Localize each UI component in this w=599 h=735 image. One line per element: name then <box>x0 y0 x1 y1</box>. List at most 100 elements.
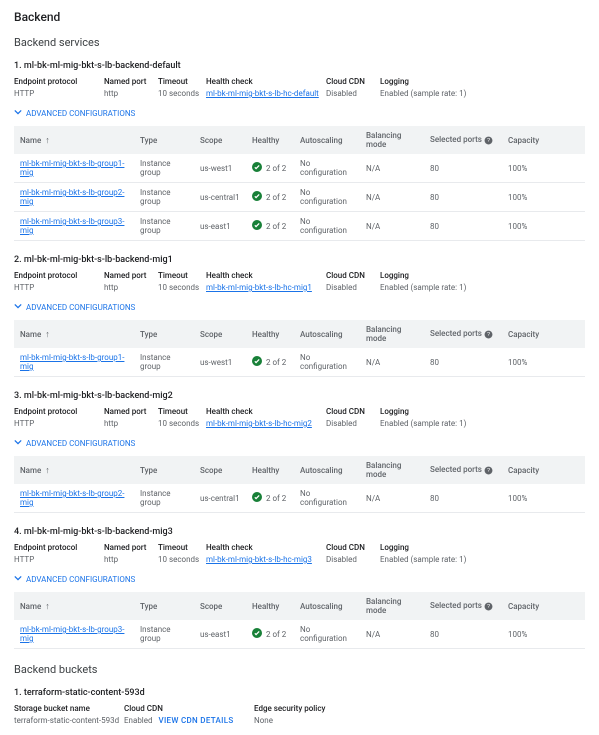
instance-group-link[interactable]: ml-bk-ml-mig-bkt-s-lb-group2-mig <box>20 489 124 507</box>
column-header-balancing_mode[interactable]: Balancing mode <box>360 456 424 484</box>
meta-label-logging: Logging <box>380 271 585 280</box>
help-icon[interactable]: ? <box>484 465 493 474</box>
column-header-scope[interactable]: Scope <box>194 320 246 348</box>
meta-label-cloud_cdn: Cloud CDN <box>326 407 380 416</box>
check-circle-icon <box>252 191 262 203</box>
column-header-name[interactable]: Name ↑ <box>14 126 134 154</box>
chevron-down-icon <box>14 438 22 448</box>
column-header-balancing_mode[interactable]: Balancing mode <box>360 320 424 348</box>
instance-group-link[interactable]: ml-bk-ml-mig-bkt-s-lb-group1-mig <box>20 353 124 371</box>
meta-value-named_port: http <box>104 283 158 292</box>
meta-label-named_port: Named port <box>104 407 158 416</box>
table-row: ml-bk-ml-mig-bkt-s-lb-group2-migInstance… <box>14 484 585 513</box>
check-circle-icon <box>252 220 262 232</box>
bucket-name-label: Storage bucket name <box>14 704 124 713</box>
svg-text:?: ? <box>487 138 490 144</box>
chevron-down-icon <box>14 108 22 118</box>
meta-label-endpoint_protocol: Endpoint protocol <box>14 77 104 86</box>
column-header-balancing_mode[interactable]: Balancing mode <box>360 592 424 620</box>
meta-label-health_check: Health check <box>206 407 326 416</box>
backend-service-title: 2. ml-bk-ml-mig-bkt-s-lb-backend-mig1 <box>14 255 585 265</box>
bucket-cdn-value: Enabled <box>124 716 153 725</box>
backend-services-heading: Backend services <box>14 36 585 49</box>
meta-value-endpoint_protocol: HTTP <box>14 555 104 564</box>
advanced-configurations-toggle[interactable]: ADVANCED CONFIGURATIONS <box>14 302 585 312</box>
column-header-capacity[interactable]: Capacity <box>502 456 585 484</box>
column-header-autoscaling[interactable]: Autoscaling <box>294 126 360 154</box>
meta-value-logging: Enabled (sample rate: 1) <box>380 555 585 564</box>
health-check-link[interactable]: ml-bk-ml-mig-bkt-s-lb-hc-mig1 <box>206 283 312 292</box>
column-header-scope[interactable]: Scope <box>194 126 246 154</box>
view-cdn-details-button[interactable]: VIEW CDN DETAILS <box>159 716 234 725</box>
check-circle-icon <box>252 162 262 174</box>
svg-text:?: ? <box>487 332 490 338</box>
meta-value-cloud_cdn: Disabled <box>326 555 380 564</box>
chevron-down-icon <box>14 574 22 584</box>
column-header-type[interactable]: Type <box>134 592 194 620</box>
column-header-healthy[interactable]: Healthy <box>246 320 294 348</box>
column-header-name[interactable]: Name ↑ <box>14 320 134 348</box>
column-header-healthy[interactable]: Healthy <box>246 126 294 154</box>
meta-label-cloud_cdn: Cloud CDN <box>326 271 380 280</box>
check-circle-icon <box>252 628 262 640</box>
meta-label-timeout: Timeout <box>158 77 206 86</box>
advanced-configurations-toggle[interactable]: ADVANCED CONFIGURATIONS <box>14 574 585 584</box>
advanced-configurations-toggle[interactable]: ADVANCED CONFIGURATIONS <box>14 108 585 118</box>
table-row: ml-bk-ml-mig-bkt-s-lb-group1-migInstance… <box>14 348 585 377</box>
column-header-autoscaling[interactable]: Autoscaling <box>294 456 360 484</box>
instance-group-link[interactable]: ml-bk-ml-mig-bkt-s-lb-group2-mig <box>20 188 124 206</box>
column-header-selected_ports[interactable]: Selected ports ? <box>424 126 502 154</box>
column-header-name[interactable]: Name ↑ <box>14 456 134 484</box>
meta-value-cloud_cdn: Disabled <box>326 89 380 98</box>
help-icon[interactable]: ? <box>484 601 493 610</box>
advanced-configurations-toggle[interactable]: ADVANCED CONFIGURATIONS <box>14 438 585 448</box>
column-header-scope[interactable]: Scope <box>194 592 246 620</box>
table-row: ml-bk-ml-mig-bkt-s-lb-group1-migInstance… <box>14 154 585 183</box>
column-header-type[interactable]: Type <box>134 126 194 154</box>
column-header-type[interactable]: Type <box>134 320 194 348</box>
column-header-name[interactable]: Name ↑ <box>14 592 134 620</box>
help-icon[interactable]: ? <box>484 135 493 144</box>
sort-arrow-icon: ↑ <box>45 601 50 612</box>
column-header-balancing_mode[interactable]: Balancing mode <box>360 126 424 154</box>
column-header-selected_ports[interactable]: Selected ports ? <box>424 456 502 484</box>
meta-label-named_port: Named port <box>104 77 158 86</box>
sort-arrow-icon: ↑ <box>45 465 50 476</box>
column-header-capacity[interactable]: Capacity <box>502 126 585 154</box>
health-check-link[interactable]: ml-bk-ml-mig-bkt-s-lb-hc-mig3 <box>206 555 312 564</box>
sort-arrow-icon: ↑ <box>45 135 50 146</box>
health-check-link[interactable]: ml-bk-ml-mig-bkt-s-lb-hc-default <box>206 89 319 98</box>
sort-arrow-icon: ↑ <box>45 329 50 340</box>
svg-text:?: ? <box>487 604 490 610</box>
meta-label-named_port: Named port <box>104 543 158 552</box>
meta-value-named_port: http <box>104 89 158 98</box>
meta-label-health_check: Health check <box>206 271 326 280</box>
column-header-scope[interactable]: Scope <box>194 456 246 484</box>
meta-label-timeout: Timeout <box>158 271 206 280</box>
column-header-capacity[interactable]: Capacity <box>502 320 585 348</box>
column-header-healthy[interactable]: Healthy <box>246 456 294 484</box>
backend-buckets-heading: Backend buckets <box>14 663 585 676</box>
column-header-selected_ports[interactable]: Selected ports ? <box>424 320 502 348</box>
column-header-autoscaling[interactable]: Autoscaling <box>294 592 360 620</box>
instance-group-link[interactable]: ml-bk-ml-mig-bkt-s-lb-group1-mig <box>20 159 124 177</box>
health-check-link[interactable]: ml-bk-ml-mig-bkt-s-lb-hc-mig2 <box>206 419 312 428</box>
meta-label-timeout: Timeout <box>158 407 206 416</box>
column-header-selected_ports[interactable]: Selected ports ? <box>424 592 502 620</box>
column-header-healthy[interactable]: Healthy <box>246 592 294 620</box>
instance-group-link[interactable]: ml-bk-ml-mig-bkt-s-lb-group3-mig <box>20 217 124 235</box>
meta-label-named_port: Named port <box>104 271 158 280</box>
bucket-title: 1. terraform-static-content-593d <box>14 688 585 698</box>
help-icon[interactable]: ? <box>484 329 493 338</box>
column-header-capacity[interactable]: Capacity <box>502 592 585 620</box>
meta-value-timeout: 10 seconds <box>158 555 206 564</box>
meta-label-health_check: Health check <box>206 77 326 86</box>
meta-label-cloud_cdn: Cloud CDN <box>326 543 380 552</box>
backend-service-title: 3. ml-bk-ml-mig-bkt-s-lb-backend-mig2 <box>14 391 585 401</box>
bucket-esp-value: None <box>254 716 585 725</box>
backend-heading: Backend <box>14 10 585 24</box>
meta-value-timeout: 10 seconds <box>158 89 206 98</box>
column-header-autoscaling[interactable]: Autoscaling <box>294 320 360 348</box>
column-header-type[interactable]: Type <box>134 456 194 484</box>
backend-service-title: 4. ml-bk-ml-mig-bkt-s-lb-backend-mig3 <box>14 527 585 537</box>
